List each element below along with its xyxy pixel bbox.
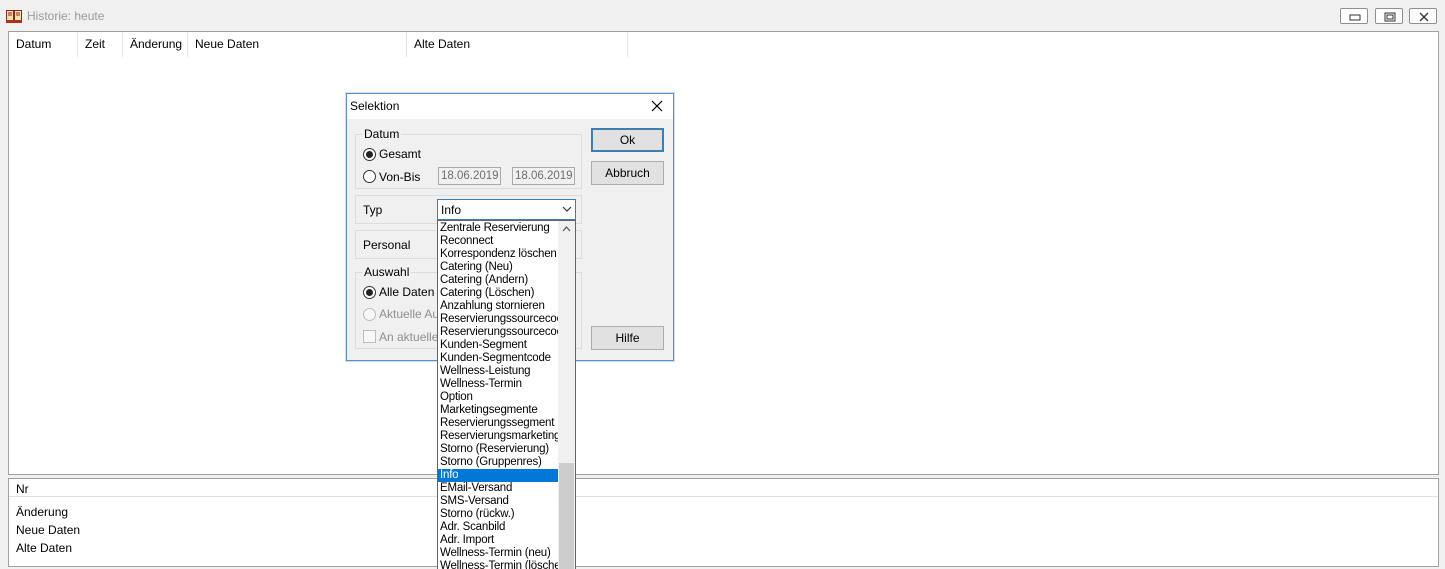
auswahl-group-label: Auswahl: [362, 265, 412, 279]
checkbox-an-aktuelle[interactable]: [363, 330, 376, 343]
typ-combobox-value: Info: [441, 203, 462, 217]
column-header-aenderung[interactable]: Änderung: [123, 32, 188, 57]
ok-button[interactable]: Ok: [591, 128, 664, 152]
abbruch-button[interactable]: Abbruch: [591, 161, 664, 185]
dropdown-scrollbar[interactable]: [558, 221, 575, 569]
hilfe-button[interactable]: Hilfe: [591, 326, 664, 350]
dropdown-item[interactable]: Catering (Löschen): [438, 287, 558, 300]
typ-label: Typ: [363, 203, 383, 217]
radio-gesamt-label[interactable]: Gesamt: [379, 147, 421, 161]
dropdown-item[interactable]: Kunden-Segment: [438, 339, 558, 352]
dropdown-item[interactable]: Storno (rückw.): [438, 508, 558, 521]
dropdown-item[interactable]: Zentrale Reservierung: [438, 222, 558, 235]
dropdown-item[interactable]: Catering (Ändern): [438, 274, 558, 287]
typ-dropdown-list[interactable]: Zentrale Reservierung Reconnect Korrespond…: [437, 220, 576, 569]
close-window-button[interactable]: [1409, 8, 1437, 24]
dropdown-item[interactable]: Info: [438, 469, 558, 482]
dropdown-item[interactable]: Reconnect: [438, 235, 558, 248]
chevron-up-icon[interactable]: [562, 226, 571, 232]
divider: [9, 496, 1438, 497]
dropdown-item[interactable]: Storno (Gruppenres): [438, 456, 558, 469]
radio-von-bis[interactable]: [363, 170, 376, 183]
typ-combobox[interactable]: Info: [437, 199, 576, 220]
dropdown-item[interactable]: Wellness-Termin (löschen: [438, 560, 558, 569]
book-icon: [6, 9, 22, 23]
dropdown-item[interactable]: EMail-Versand: [438, 482, 558, 495]
restore-button[interactable]: [1375, 8, 1403, 24]
personal-label: Personal: [363, 238, 411, 252]
dropdown-item[interactable]: Reservierungssegment: [438, 417, 558, 430]
dropdown-item[interactable]: Storno (Reservierung): [438, 443, 558, 456]
column-header-zeit[interactable]: Zeit: [78, 32, 123, 57]
detail-label-nr: Nr: [16, 482, 29, 496]
radio-aktuelle-auswahl[interactable]: [363, 308, 376, 321]
column-header-neue-daten[interactable]: Neue Daten: [188, 32, 407, 57]
dropdown-item[interactable]: Option: [438, 391, 558, 404]
dropdown-item[interactable]: Marketingsegmente: [438, 404, 558, 417]
close-icon: [651, 100, 663, 112]
dropdown-item[interactable]: Reservierungsmarketingc: [438, 430, 558, 443]
dropdown-item[interactable]: Kunden-Segmentcode: [438, 352, 558, 365]
dropdown-item[interactable]: Wellness-Leistung: [438, 365, 558, 378]
dialog-close-button[interactable]: [650, 99, 664, 113]
minimize-button[interactable]: [1340, 8, 1368, 24]
close-icon: [1419, 12, 1429, 22]
dropdown-item[interactable]: Wellness-Termin: [438, 378, 558, 391]
dropdown-item[interactable]: Reservierungssourcecoc: [438, 326, 558, 339]
dropdown-item[interactable]: Korrespondenz löschen: [438, 248, 558, 261]
dropdown-item[interactable]: Reservierungssourcecoc: [438, 313, 558, 326]
history-table[interactable]: Datum Zeit Änderung Neue Daten Alte Date…: [8, 31, 1439, 475]
scrollbar-thumb[interactable]: [559, 463, 574, 569]
radio-aktuelle-auswahl-label[interactable]: Aktuelle Aus: [379, 307, 445, 321]
dialog-title: Selektion: [350, 99, 400, 113]
radio-von-bis-label[interactable]: Von-Bis: [379, 170, 420, 184]
radio-alle-daten-label[interactable]: Alle Daten: [379, 285, 434, 299]
dropdown-item[interactable]: Anzahlung stornieren: [438, 300, 558, 313]
restore-icon: [1384, 12, 1396, 22]
detail-label-neue-daten: Neue Daten: [16, 523, 81, 537]
dropdown-item[interactable]: SMS-Versand: [438, 495, 558, 508]
dropdown-item[interactable]: Catering (Neu): [438, 261, 558, 274]
chevron-down-icon: [562, 206, 572, 212]
dropdown-item[interactable]: Wellness-Termin (neu): [438, 547, 558, 560]
detail-label-aenderung: Änderung: [16, 505, 69, 519]
window-title: Historie: heute: [27, 9, 105, 23]
minimize-icon: [1349, 14, 1361, 21]
column-header-datum[interactable]: Datum: [9, 32, 78, 57]
date-from-field[interactable]: 18.06.2019: [438, 167, 501, 185]
detail-panel: Nr Änderung Neue Daten Alte Daten: [8, 478, 1439, 567]
window-titlebar: Historie: heute: [0, 0, 1445, 31]
date-to-field[interactable]: 18.06.2019: [512, 167, 575, 185]
dropdown-item[interactable]: Adr. Import: [438, 534, 558, 547]
dropdown-items: Zentrale Reservierung Reconnect Korrespond…: [438, 222, 558, 569]
datum-group: Datum Gesamt Von-Bis 18.06.2019 18.06.20…: [355, 127, 582, 189]
radio-gesamt[interactable]: [363, 148, 376, 161]
detail-label-alte-daten: Alte Daten: [16, 541, 73, 555]
dialog-titlebar: Selektion: [347, 94, 673, 119]
datum-group-label: Datum: [362, 127, 402, 141]
column-header-alte-daten[interactable]: Alte Daten: [407, 32, 628, 57]
radio-alle-daten[interactable]: [363, 286, 376, 299]
dropdown-item[interactable]: Adr. Scanbild: [438, 521, 558, 534]
